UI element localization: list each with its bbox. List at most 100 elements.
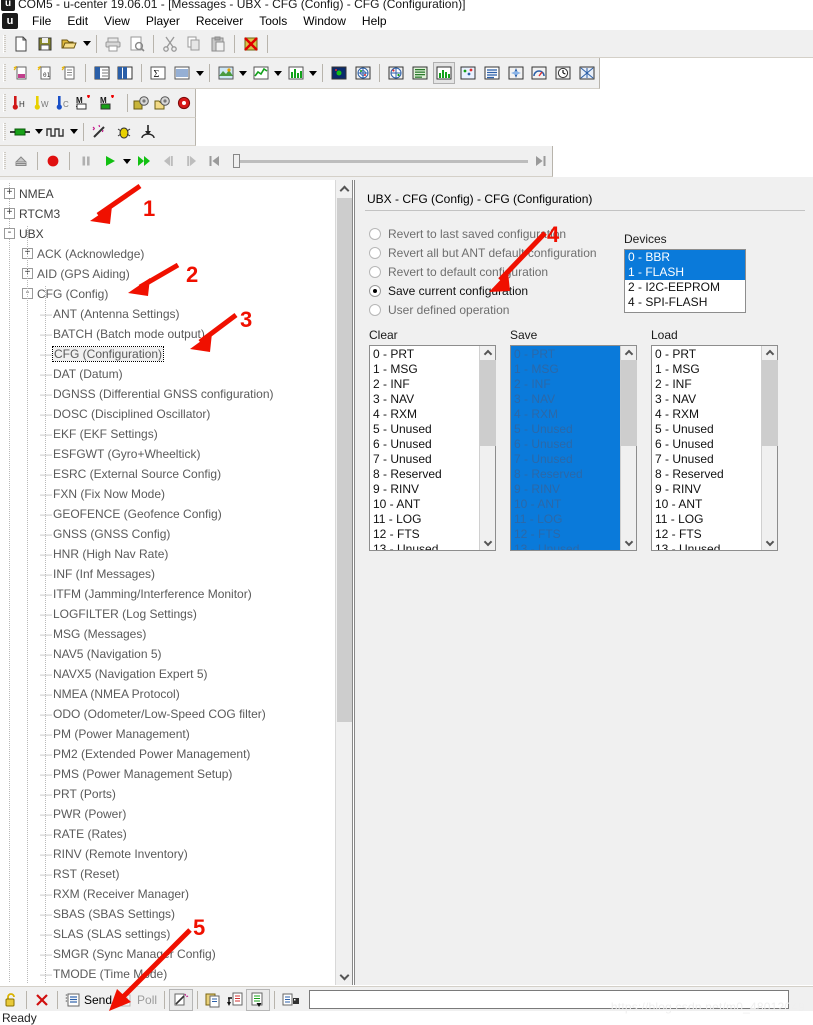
radio-revert-all-but-ant[interactable]: Revert all but ANT default configuration — [369, 243, 597, 262]
menu-help[interactable]: Help — [354, 13, 395, 29]
tree-scroll-down-button[interactable] — [336, 968, 352, 985]
player-timeline-thumb[interactable] — [232, 154, 240, 168]
tree-item[interactable]: +ACK (Acknowledge) — [0, 243, 336, 263]
mask-list-item[interactable]: 9 - RINV — [511, 482, 620, 497]
menu-view[interactable]: View — [96, 13, 138, 29]
tree-item[interactable]: —TMODE (Time Mode) — [0, 963, 336, 983]
tree-item[interactable]: +AID (GPS Aiding) — [0, 263, 336, 283]
tree-item[interactable]: —RATE (Rates) — [0, 823, 336, 843]
tree-item[interactable]: —NAV5 (Navigation 5) — [0, 643, 336, 663]
radio-button-icon[interactable] — [369, 284, 381, 297]
step-forward-icon[interactable] — [181, 150, 203, 172]
new-file-icon[interactable] — [10, 33, 32, 55]
config-gear-red-icon[interactable] — [175, 92, 194, 114]
statistic-view-icon[interactable]: Σ — [147, 62, 169, 84]
print-preview-icon[interactable] — [126, 33, 148, 55]
rewind-to-start-icon[interactable] — [204, 150, 226, 172]
open-dropdown-icon[interactable] — [81, 33, 92, 55]
send-button[interactable]: Send — [62, 989, 115, 1011]
radio-revert-default[interactable]: Revert to default configuration — [369, 262, 597, 281]
tree-item[interactable]: —PM (Power Management) — [0, 723, 336, 743]
chart-dropdown-icon[interactable] — [273, 62, 284, 84]
expand-icon[interactable]: + — [4, 188, 15, 200]
tree-item[interactable]: —DOSC (Disciplined Oscillator) — [0, 403, 336, 423]
paste-icon[interactable] — [207, 33, 229, 55]
tree-scroll-up-button[interactable] — [336, 180, 352, 197]
save-mask-scrollbar[interactable] — [620, 346, 637, 550]
tree-item[interactable]: —DAT (Datum) — [0, 363, 336, 383]
mask-list-item[interactable]: 5 - Unused — [511, 422, 620, 437]
menu-edit[interactable]: Edit — [59, 13, 96, 29]
tree-item[interactable]: —MSG (Messages) — [0, 623, 336, 643]
mask-list-item[interactable]: 2 - INF — [370, 377, 479, 392]
radio-save-current[interactable]: Save current configuration — [369, 281, 597, 300]
tree-item[interactable]: —FXN (Fix Now Mode) — [0, 483, 336, 503]
radio-button-icon[interactable] — [369, 246, 381, 259]
tree-item[interactable]: —ESRC (External Source Config) — [0, 463, 336, 483]
expand-icon[interactable]: + — [4, 208, 15, 220]
mask-list-item[interactable]: 3 - NAV — [370, 392, 479, 407]
mask-list-item[interactable]: 1 - MSG — [511, 362, 620, 377]
table-dropdown-icon[interactable] — [194, 62, 205, 84]
tree-item[interactable]: - UBX — [0, 223, 336, 243]
cut-icon[interactable] — [159, 33, 181, 55]
eject-icon[interactable] — [10, 150, 32, 172]
toolbar-grip[interactable] — [3, 122, 6, 141]
copy-icon[interactable] — [183, 33, 205, 55]
battery-icon[interactable] — [10, 121, 32, 143]
export-message-icon[interactable] — [246, 988, 271, 1011]
scroll-thumb[interactable] — [762, 360, 778, 446]
scatter-plot-icon[interactable] — [457, 62, 479, 84]
save-mask-listbox[interactable]: 0 - PRT 1 - MSG 2 - INF 3 - NAV 4 - RXM 5 - U… — [510, 345, 637, 551]
clock-icon[interactable] — [552, 62, 574, 84]
debug-bug-icon[interactable] — [113, 121, 135, 143]
histogram-dropdown-icon[interactable] — [308, 62, 319, 84]
mask-list-item[interactable]: 4 - RXM — [370, 407, 479, 422]
histogram-view-icon[interactable] — [285, 62, 307, 84]
mask-list-item[interactable]: 4 - RXM — [511, 407, 620, 422]
load-mask-scrollbar[interactable] — [761, 346, 778, 550]
docking-window-split-icon[interactable] — [114, 62, 136, 84]
docking-window-left-icon[interactable] — [91, 62, 113, 84]
scroll-up-button[interactable] — [762, 346, 778, 360]
devices-listbox[interactable]: 0 - BBR 1 - FLASH 2 - I2C-EEPROM 4 - SPI-FL… — [624, 249, 746, 313]
mask-list-item[interactable]: 13 - Unused — [511, 542, 620, 550]
import-message-icon[interactable] — [224, 989, 246, 1011]
scroll-thumb[interactable] — [621, 360, 637, 446]
tree-item[interactable]: —SMGR (Sync Manager Config) — [0, 943, 336, 963]
scroll-thumb[interactable] — [480, 360, 496, 446]
deviation-map-icon[interactable] — [328, 62, 350, 84]
menu-tools[interactable]: Tools — [251, 13, 295, 29]
toolbar-grip[interactable] — [3, 64, 6, 82]
tree-item[interactable]: —HNR (High Nav Rate) — [0, 543, 336, 563]
tree-item[interactable]: —NAVX5 (Navigation Expert 5) — [0, 663, 336, 683]
scroll-down-button[interactable] — [480, 536, 496, 550]
radio-button-icon[interactable] — [369, 303, 381, 316]
goto-end-icon[interactable] — [529, 150, 551, 172]
mask-list-item[interactable]: 11 - LOG — [511, 512, 620, 527]
print-icon[interactable] — [102, 33, 124, 55]
clear-mask-listbox[interactable]: 0 - PRT 1 - MSG 2 - INF 3 - NAV 4 - RXM 5 - U… — [369, 345, 496, 551]
device-list-item[interactable]: 4 - SPI-FLASH — [625, 295, 745, 310]
clear-red-x-icon[interactable] — [31, 989, 53, 1011]
battery-dropdown-icon[interactable] — [33, 121, 44, 143]
menu-window[interactable]: Window — [295, 13, 354, 29]
device-list-item[interactable]: 1 - FLASH — [625, 265, 745, 280]
mask-list-item[interactable]: 0 - PRT — [370, 347, 479, 362]
mask-list-item[interactable]: 3 - NAV — [511, 392, 620, 407]
mask-list-item[interactable]: 0 - PRT — [511, 347, 620, 362]
radio-button-icon[interactable] — [369, 265, 381, 278]
radio-revert-last-saved[interactable]: Revert to last saved configuration — [369, 224, 597, 243]
tree-item[interactable]: —INF (Inf Messages) — [0, 563, 336, 583]
mask-list-item[interactable]: 9 - RINV — [370, 482, 479, 497]
tree-vertical-scrollbar[interactable] — [335, 180, 352, 985]
memory-add-green-icon[interactable]: M — [100, 92, 122, 114]
mask-list-item[interactable]: 8 - Reserved — [652, 467, 761, 482]
tree-item[interactable]: —SLAS (SLAS settings) — [0, 923, 336, 943]
toolbar-grip[interactable] — [3, 94, 6, 112]
mask-list-item[interactable]: 2 - INF — [511, 377, 620, 392]
tree-item[interactable]: —ODO (Odometer/Low-Speed COG filter) — [0, 703, 336, 723]
mask-list-item[interactable]: 6 - Unused — [511, 437, 620, 452]
menu-file[interactable]: File — [24, 13, 59, 29]
mask-list-item[interactable]: 5 - Unused — [652, 422, 761, 437]
